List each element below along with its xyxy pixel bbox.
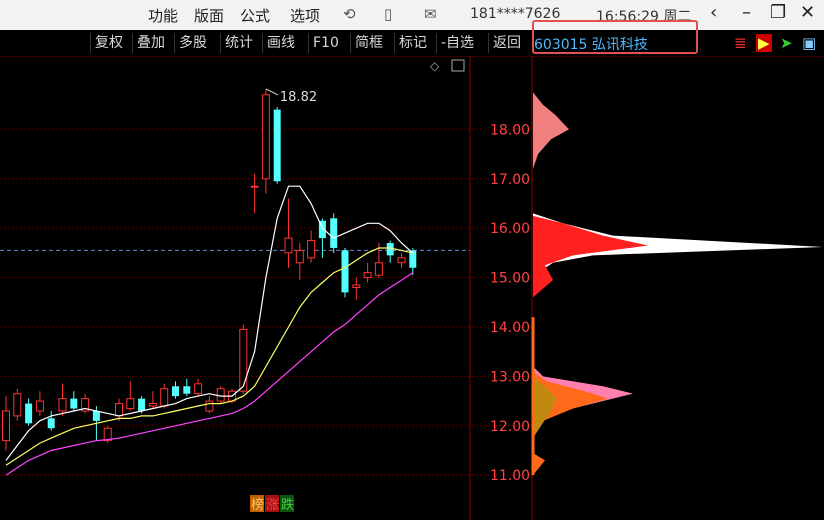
event-badges: 榜涨跌 bbox=[250, 495, 294, 513]
toolbar-multi-stock[interactable]: 多股 bbox=[174, 33, 211, 53]
top-menubar: 功能 版面 公式 选项 ⟲ ▯ ✉ 181****7626 16:56:29 周… bbox=[0, 0, 824, 30]
candle-body bbox=[194, 383, 203, 395]
minimize-icon[interactable]: – bbox=[742, 2, 751, 23]
candle-body bbox=[307, 240, 316, 259]
stock-highlight-box bbox=[532, 20, 698, 54]
window-toggle-icon bbox=[451, 59, 465, 72]
ma10-line bbox=[5, 247, 413, 466]
toolbar-statistics[interactable]: 统计 bbox=[220, 33, 257, 53]
toolbar-draw-line[interactable]: 画线 bbox=[262, 33, 299, 53]
moving-averages: 18.82 bbox=[5, 88, 414, 476]
badge-label: 跌 bbox=[281, 497, 294, 513]
candle-body bbox=[35, 400, 44, 412]
toolbar-back[interactable]: 返回 bbox=[488, 33, 525, 53]
diamond-icon: ◇ bbox=[430, 59, 440, 73]
candle-body bbox=[341, 250, 349, 293]
toolbar-restore-rights[interactable]: 复权 bbox=[90, 33, 127, 53]
candle-body bbox=[58, 398, 67, 412]
mail-icon[interactable]: ✉ bbox=[424, 5, 437, 23]
price-tick-label: 11.00 bbox=[490, 468, 530, 484]
candle-body bbox=[115, 403, 123, 417]
back-icon[interactable]: ‹ bbox=[710, 2, 717, 23]
candle-body bbox=[183, 386, 191, 394]
menu-layout[interactable]: 版面 bbox=[194, 5, 224, 26]
menu-options[interactable]: 选项 bbox=[290, 5, 320, 26]
play-icon[interactable]: ▶ bbox=[756, 34, 772, 52]
candle-body bbox=[363, 272, 372, 279]
candle-body bbox=[330, 218, 338, 248]
kline-chart[interactable]: ◇ 18.82 18.00 17.00 16.00 15.00 14.00 13.00 12… bbox=[0, 56, 824, 520]
arrow-icon[interactable]: ➤ bbox=[780, 34, 793, 52]
candle-body bbox=[172, 386, 179, 397]
candle-body bbox=[374, 262, 383, 276]
picture-icon[interactable]: ▣ bbox=[802, 34, 816, 52]
candle-body bbox=[261, 94, 270, 180]
candle-body bbox=[47, 418, 55, 429]
candle-body bbox=[160, 388, 169, 407]
menu-formula[interactable]: 公式 bbox=[240, 5, 270, 26]
toolbar-overlay[interactable]: 叠加 bbox=[132, 33, 169, 53]
bar-chart-icon[interactable]: ≣ bbox=[734, 34, 747, 52]
candle-body bbox=[386, 243, 394, 256]
candle-body bbox=[70, 398, 78, 409]
candle-body bbox=[205, 400, 214, 412]
candle-body bbox=[92, 410, 100, 421]
price-axis: 18.00 17.00 16.00 15.00 14.00 13.00 12.00 11.00 bbox=[490, 122, 530, 484]
mobile-icon[interactable]: ▯ bbox=[384, 5, 392, 23]
price-tick-label: 14.00 bbox=[490, 320, 530, 336]
close-icon[interactable]: ✕ bbox=[800, 2, 815, 23]
toolbar-f10[interactable]: F10 bbox=[308, 33, 343, 53]
candle-body bbox=[352, 284, 361, 288]
toolbar-simple-frame[interactable]: 简框 bbox=[350, 33, 387, 53]
badge-label: 涨 bbox=[266, 498, 279, 513]
candle-body bbox=[397, 257, 406, 264]
profile-red bbox=[533, 215, 648, 298]
ma5-line bbox=[5, 185, 414, 461]
candle-body bbox=[25, 403, 33, 424]
candle-body bbox=[273, 109, 281, 182]
price-tick-label: 16.00 bbox=[490, 221, 530, 237]
candle-body bbox=[295, 249, 304, 264]
price-tick-label: 15.00 bbox=[490, 271, 530, 287]
toolbar-watchlist[interactable]: -自选 bbox=[436, 33, 478, 53]
toolbar-mark[interactable]: 标记 bbox=[394, 33, 431, 53]
chart-toolbar: 复权 叠加 多股 统计 画线 F10 简框 标记 -自选 返回 bbox=[0, 30, 824, 57]
refresh-icon[interactable]: ⟲ bbox=[343, 5, 356, 23]
candle-body bbox=[138, 398, 146, 411]
candle-body bbox=[216, 388, 225, 402]
menu-function[interactable]: 功能 bbox=[148, 5, 178, 26]
candle-body bbox=[239, 328, 248, 392]
candles bbox=[2, 88, 417, 451]
restore-icon[interactable]: ❐ bbox=[770, 2, 786, 23]
candle-body bbox=[2, 410, 10, 442]
max-price-label: 18.82 bbox=[280, 90, 317, 105]
candle-body bbox=[250, 185, 259, 188]
profile-low bbox=[533, 452, 545, 476]
badge-label: 榜 bbox=[251, 497, 264, 513]
price-tick-label: 17.00 bbox=[490, 172, 530, 188]
candle-body bbox=[284, 237, 293, 254]
max-pointer bbox=[265, 88, 279, 96]
volume-profile bbox=[531, 92, 823, 476]
price-tick-label: 18.00 bbox=[490, 122, 530, 138]
candle-body bbox=[13, 393, 22, 417]
ma20-line bbox=[5, 272, 414, 476]
candle-body bbox=[409, 250, 417, 268]
price-tick-label: 13.00 bbox=[490, 369, 530, 385]
candle-body bbox=[148, 403, 157, 407]
price-tick-label: 12.00 bbox=[490, 419, 530, 435]
profile-upper bbox=[533, 92, 569, 169]
candle-body bbox=[126, 398, 135, 409]
